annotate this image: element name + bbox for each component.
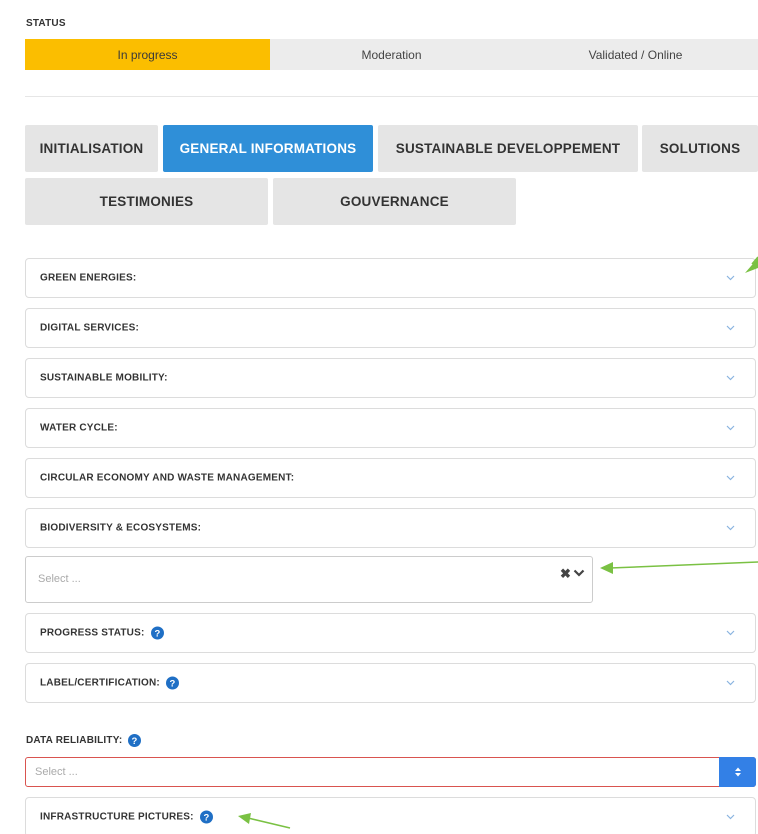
accordion-sustainable-mobility[interactable]: SUSTAINABLE MOBILITY: bbox=[25, 358, 756, 398]
svg-text:?: ? bbox=[169, 679, 175, 690]
data-reliability-label: DATA RELIABILITY:? bbox=[26, 734, 142, 747]
accordion-label: GREEN ENERGIES: bbox=[40, 272, 137, 284]
accordion-label: PROGRESS STATUS:? bbox=[40, 626, 164, 640]
chevron-down-icon[interactable] bbox=[573, 568, 585, 578]
svg-text:?: ? bbox=[154, 629, 160, 640]
annotation-arrow-head bbox=[600, 562, 613, 574]
svg-text:?: ? bbox=[132, 736, 138, 747]
accordion-progress-status[interactable]: PROGRESS STATUS:? bbox=[25, 613, 756, 653]
tab-solutions[interactable]: SOLUTIONS bbox=[642, 125, 758, 172]
chevron-down-icon bbox=[726, 325, 735, 331]
accordion-label: WATER CYCLE: bbox=[40, 422, 118, 434]
accordion-biodiversity[interactable]: BIODIVERSITY & ECOSYSTEMS: bbox=[25, 508, 756, 548]
status-in-progress[interactable]: In progress bbox=[25, 39, 270, 70]
help-circle-icon[interactable]: ? bbox=[128, 734, 142, 747]
accordion-label-certification[interactable]: LABEL/CERTIFICATION:? bbox=[25, 663, 756, 703]
up-down-icon bbox=[734, 767, 741, 777]
chevron-down-icon bbox=[726, 475, 735, 481]
accordion-label: DIGITAL SERVICES: bbox=[40, 322, 139, 334]
status-title: STATUS bbox=[26, 18, 66, 29]
annotation-arrow bbox=[609, 561, 758, 569]
select-placeholder: Select ... bbox=[35, 766, 78, 778]
accordion-green-energies[interactable]: GREEN ENERGIES: bbox=[25, 258, 756, 298]
tab-initialisation[interactable]: INITIALISATION bbox=[25, 125, 158, 172]
help-circle-icon[interactable]: ? bbox=[199, 810, 213, 824]
data-reliability-select[interactable]: Select ... bbox=[25, 757, 756, 787]
chevron-down-icon bbox=[726, 680, 735, 686]
accordion-label: CIRCULAR ECONOMY AND WASTE MANAGEMENT: bbox=[40, 472, 295, 484]
chevron-down-icon bbox=[726, 814, 735, 820]
tab-sustainable-developpement[interactable]: SUSTAINABLE DEVELOPPEMENT bbox=[378, 125, 638, 172]
help-circle-icon[interactable]: ? bbox=[165, 676, 179, 690]
accordion-circular-economy[interactable]: CIRCULAR ECONOMY AND WASTE MANAGEMENT: bbox=[25, 458, 756, 498]
chevron-down-icon bbox=[726, 375, 735, 381]
help-circle-icon[interactable]: ? bbox=[150, 626, 164, 640]
tab-gouvernance[interactable]: GOUVERNANCE bbox=[273, 178, 516, 225]
clear-x-icon[interactable]: ✖ bbox=[560, 566, 571, 582]
chevron-down-icon bbox=[726, 275, 735, 281]
status-validated[interactable]: Validated / Online bbox=[513, 39, 758, 70]
accordion-label: BIODIVERSITY & ECOSYSTEMS: bbox=[40, 522, 202, 534]
divider bbox=[25, 96, 758, 97]
tab-general-informations[interactable]: GENERAL INFORMATIONS bbox=[163, 125, 373, 172]
accordion-label: LABEL/CERTIFICATION:? bbox=[40, 676, 179, 690]
select-toggle-button[interactable] bbox=[719, 757, 756, 787]
status-bar: In progress Moderation Validated / Onlin… bbox=[25, 39, 758, 70]
accordion-infrastructure-pictures[interactable]: INFRASTRUCTURE PICTURES:? bbox=[25, 797, 756, 834]
svg-text:?: ? bbox=[203, 813, 209, 824]
chevron-down-icon bbox=[726, 425, 735, 431]
status-moderation[interactable]: Moderation bbox=[270, 39, 513, 70]
accordion-digital-services[interactable]: DIGITAL SERVICES: bbox=[25, 308, 756, 348]
select-placeholder: Select ... bbox=[38, 573, 81, 585]
accordion-water-cycle[interactable]: WATER CYCLE: bbox=[25, 408, 756, 448]
tab-testimonies[interactable]: TESTIMONIES bbox=[25, 178, 268, 225]
chevron-down-icon bbox=[726, 630, 735, 636]
chevron-down-icon bbox=[726, 525, 735, 531]
biodiversity-select[interactable]: Select ... ✖ bbox=[25, 556, 593, 603]
edit-page: STATUS In progress Moderation Validated … bbox=[0, 0, 758, 834]
accordion-label: SUSTAINABLE MOBILITY: bbox=[40, 372, 168, 384]
accordion-label: INFRASTRUCTURE PICTURES:? bbox=[40, 810, 213, 824]
